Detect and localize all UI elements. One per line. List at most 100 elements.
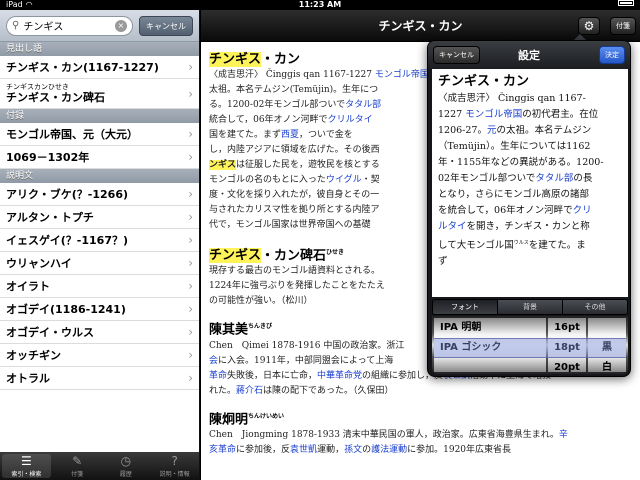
link[interactable]: 革命 — [218, 445, 236, 455]
text-span: を建てた。ま — [528, 240, 586, 252]
index-pane: ⚲ チンギス × キャンセル 見出し語 チンギス・カン(1167-1227) ›… — [0, 10, 200, 480]
list-item[interactable]: オゴデイ・ウルス › — [0, 321, 199, 344]
text-span: を開き，チンギス・カンと称 — [466, 221, 590, 232]
chevron-right-icon: › — [188, 279, 193, 293]
segment-background[interactable]: 背景 — [498, 300, 563, 314]
text-line: となり，さらにモンゴル高原の諸部 — [438, 189, 590, 200]
text-span: 失敗後，日本に亡命， — [227, 370, 318, 381]
gear-icon: ⚙ — [583, 19, 595, 33]
list-item-label: アリク・ブケ(？-1266) — [6, 188, 129, 201]
list-item[interactable]: チンギス・カン(1167-1227) › — [0, 56, 199, 79]
text-line: 亥革命に参加後，反袁世凱運動，孫文の護法運動に参加。1920年広東省長 — [209, 443, 632, 458]
popover-header: キャンセル 設定 決定 — [428, 41, 630, 69]
font-picker[interactable]: IPA 明朝 IPA ゴシック 16pt 18pt 20pt 黒 白 — [432, 316, 628, 374]
link[interactable]: クリルタイ — [328, 115, 373, 125]
link[interactable]: 蔣介石 — [236, 386, 263, 396]
popover-title: 設定 — [518, 49, 540, 62]
clock-icon: ◷ — [120, 454, 132, 468]
entry-title-text: 陳炯明 — [209, 411, 249, 427]
link[interactable]: 辛 — [559, 430, 568, 440]
segment-other[interactable]: その他 — [563, 300, 627, 314]
link[interactable]: ウイグル — [326, 175, 362, 185]
picker-option[interactable]: 20pt — [548, 358, 586, 372]
link[interactable]: モンゴル帝国 — [375, 70, 429, 80]
list-item[interactable]: 1069－1302年 › — [0, 146, 199, 169]
link[interactable]: 会 — [209, 356, 218, 366]
link: クリ — [572, 205, 592, 216]
segment-font[interactable]: フォント — [433, 300, 498, 314]
picker-option[interactable] — [588, 318, 626, 338]
font-preview: チンギス・カン 〈成吉思汗〉 Činggis qan 1167- 1227 モン… — [432, 69, 628, 297]
tab-label: 付箋 — [71, 471, 84, 478]
status-time: 11:23 AM — [298, 0, 342, 9]
tab-index-search[interactable]: ☰ 索引・検索 — [2, 454, 51, 478]
list-item[interactable]: イェスゲイ(？-1167？) › — [0, 229, 199, 252]
text-line: ルタイを開き，チンギス・カンと称 — [438, 219, 622, 235]
settings-button[interactable]: ⚙ — [578, 17, 600, 35]
preview-title: チンギス・カン — [438, 74, 530, 89]
text-line: （Temüjin）。生年については1162 — [438, 141, 591, 152]
list-item[interactable]: オトラル › — [0, 367, 199, 390]
entry-title: 陳炯明ちんけいめい — [209, 409, 632, 427]
list-item[interactable]: オッチギン › — [0, 344, 199, 367]
list-item[interactable]: ウリャンハイ › — [0, 252, 199, 275]
list-item-label: オイラト — [6, 280, 50, 293]
chevron-right-icon: › — [188, 127, 193, 141]
clear-icon[interactable]: × — [115, 19, 127, 32]
text-line: ず — [438, 256, 448, 268]
link[interactable]: 革命 — [209, 371, 227, 381]
section-header: 説明文 — [0, 169, 199, 183]
picker-option[interactable]: 白 — [588, 358, 626, 372]
list-item-label: オゴデイ・ウルス — [6, 326, 94, 339]
text-span: ・契 — [361, 175, 380, 185]
text-span: を統合して，06年オノン河畔で — [438, 205, 573, 216]
popover-done-button[interactable]: 決定 — [599, 46, 625, 64]
link[interactable]: 西夏 — [281, 130, 299, 140]
link[interactable]: 中華革命党 — [317, 371, 362, 381]
text-line: 02年モンゴル部ついでタタル部の長 — [438, 171, 622, 187]
list-item-label: ウリャンハイ — [6, 257, 72, 270]
text-span: の太祖。本名テムジン — [496, 125, 592, 136]
text-span: に参加後，反 — [236, 444, 291, 455]
picker-option[interactable] — [434, 358, 546, 372]
list-item[interactable]: モンゴル帝国、元（大元） › — [0, 123, 199, 146]
text-span: を建てた。まず — [218, 130, 282, 140]
link: ルタイ — [438, 221, 467, 232]
popover-cancel-button[interactable]: キャンセル — [433, 46, 480, 64]
text-span: は陳の配下であった。（久保田） — [263, 385, 394, 396]
tab-history[interactable]: ◷ 履歴 — [102, 452, 151, 480]
link[interactable]: タタル部 — [345, 100, 381, 110]
tab-bookmarks[interactable]: ✎ 付箋 — [53, 452, 102, 480]
list-item-label: オッチギン — [6, 349, 61, 362]
entry-title-text: ・カン — [261, 52, 301, 67]
picker-option[interactable]: IPA 明朝 — [434, 318, 546, 338]
tab-help[interactable]: ? 説明・情報 — [150, 452, 199, 480]
list-item[interactable]: オゴデイ(1186-1241) › — [0, 298, 199, 321]
text-span: は征服した民を，遊牧民を核とする — [236, 160, 380, 170]
section-header: 付録 — [0, 109, 199, 123]
search-bar: ⚲ チンギス × キャンセル — [0, 10, 199, 42]
list-item-label: モンゴル帝国、元（大元） — [6, 128, 138, 141]
chevron-right-icon: › — [188, 60, 193, 74]
bookmark-button[interactable]: 付箋 — [610, 17, 636, 35]
picker-option[interactable]: 16pt — [548, 318, 586, 338]
question-icon: ? — [171, 454, 178, 468]
link[interactable]: 袁世凱 — [290, 445, 317, 455]
list-item[interactable]: アルタン・トプチ › — [0, 206, 199, 229]
link[interactable]: 孫文 — [344, 445, 362, 455]
picker-selection-indicator — [434, 338, 626, 358]
search-input[interactable]: ⚲ チンギス × — [6, 15, 133, 36]
text-line: を統合して，06年オノン河畔でクリ — [438, 203, 622, 219]
status-right — [618, 0, 634, 6]
chevron-right-icon: › — [188, 325, 193, 339]
text-span: モンゴルの名のもとに入った — [209, 175, 326, 185]
search-cancel-button[interactable]: キャンセル — [139, 15, 193, 36]
list-item[interactable]: チンギスカンひせき チンギス・カン碑石 › — [0, 79, 199, 109]
list-item[interactable]: アリク・ブケ(？-1266) › — [0, 183, 199, 206]
status-bar: iPad ◠ 11:23 AM — [0, 0, 640, 10]
chevron-right-icon: › — [188, 348, 193, 362]
list-item[interactable]: オイラト › — [0, 275, 199, 298]
search-input-value: チンギス — [23, 22, 64, 33]
link[interactable]: 亥 — [209, 445, 218, 455]
link[interactable]: 護法運動 — [371, 445, 407, 455]
